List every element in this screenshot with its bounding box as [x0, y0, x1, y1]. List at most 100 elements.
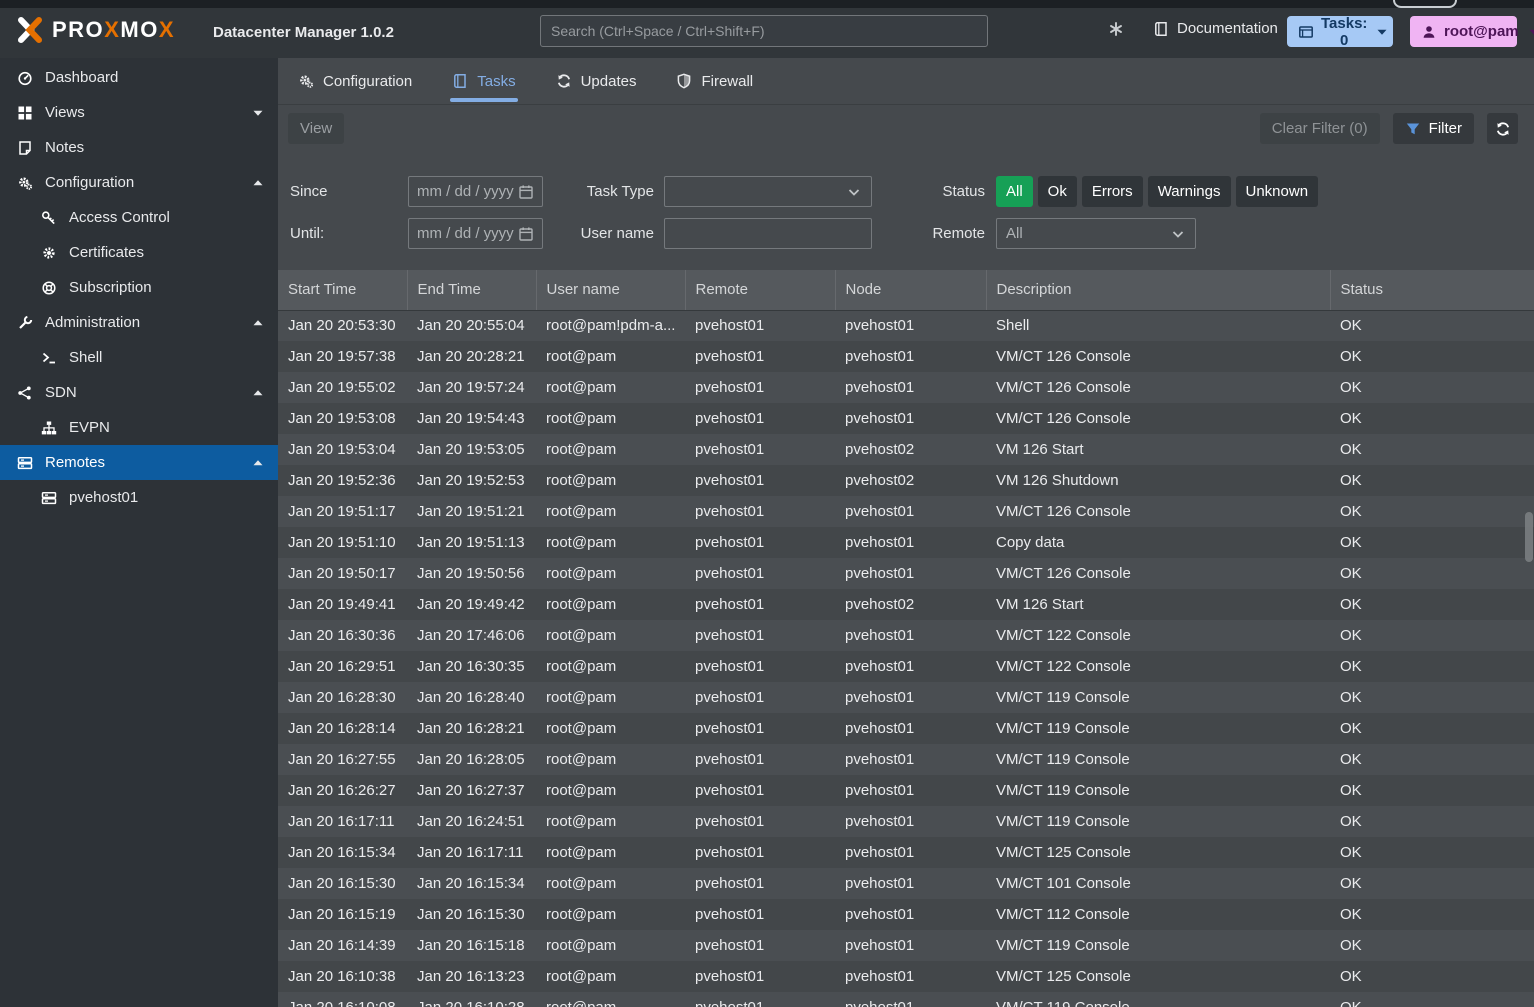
table-cell: root@pam	[536, 465, 685, 496]
table-cell: VM/CT 119 Console	[986, 744, 1330, 775]
table-row[interactable]: Jan 20 19:51:10Jan 20 19:51:13root@pampv…	[278, 527, 1534, 558]
sidebar-item-configuration[interactable]: Configuration	[0, 165, 278, 200]
table-row[interactable]: Jan 20 19:53:04Jan 20 19:53:05root@pampv…	[278, 434, 1534, 465]
sidebar-item-notes[interactable]: Notes	[0, 130, 278, 165]
note-icon	[16, 140, 34, 156]
asterisk-icon[interactable]	[1108, 21, 1124, 42]
column-header-end-time[interactable]: End Time	[407, 270, 536, 310]
status-option-ok[interactable]: Ok	[1038, 176, 1077, 207]
table-cell: pvehost01	[835, 899, 986, 930]
sidebar-item-access-control[interactable]: Access Control	[0, 200, 278, 235]
table-cell: root@pam	[536, 992, 685, 1007]
status-label: Status	[890, 176, 985, 207]
tab-tasks[interactable]: Tasks	[452, 58, 515, 104]
table-cell: root@pam	[536, 527, 685, 558]
sidebar-item-evpn[interactable]: EVPN	[0, 410, 278, 445]
sidebar-item-shell[interactable]: Shell	[0, 340, 278, 375]
sidebar-item-subscription[interactable]: Subscription	[0, 270, 278, 305]
column-header-node[interactable]: Node	[835, 270, 986, 310]
documentation-link[interactable]: Documentation	[1153, 20, 1278, 37]
table-row[interactable]: Jan 20 16:10:08Jan 20 16:10:28root@pampv…	[278, 992, 1534, 1007]
table-row[interactable]: Jan 20 16:29:51Jan 20 16:30:35root@pampv…	[278, 651, 1534, 682]
table-cell: Jan 20 16:13:23	[407, 961, 536, 992]
tab-firewall[interactable]: Firewall	[676, 58, 753, 104]
table-cell: VM/CT 126 Console	[986, 341, 1330, 372]
sidebar-item-views[interactable]: Views	[0, 95, 278, 130]
table-row[interactable]: Jan 20 16:15:34Jan 20 16:17:11root@pampv…	[278, 837, 1534, 868]
sidebar-item-administration[interactable]: Administration	[0, 305, 278, 340]
search-input[interactable]	[540, 15, 988, 47]
table-row[interactable]: Jan 20 19:53:08Jan 20 19:54:43root@pampv…	[278, 403, 1534, 434]
vertical-scrollbar-thumb[interactable]	[1525, 512, 1533, 562]
filter-button[interactable]: Filter	[1393, 113, 1474, 144]
column-header-status[interactable]: Status	[1330, 270, 1534, 310]
column-header-remote[interactable]: Remote	[685, 270, 835, 310]
table-row[interactable]: Jan 20 20:53:30Jan 20 20:55:04root@pam!p…	[278, 310, 1534, 341]
sidebar-item-sdn[interactable]: SDN	[0, 375, 278, 410]
tasks-button-label: Tasks: 0	[1321, 15, 1367, 49]
clear-filter-button[interactable]: Clear Filter (0)	[1260, 113, 1380, 144]
table-row[interactable]: Jan 20 19:52:36Jan 20 19:52:53root@pampv…	[278, 465, 1534, 496]
table-row[interactable]: Jan 20 19:51:17Jan 20 19:51:21root@pampv…	[278, 496, 1534, 527]
table-cell: Jan 20 19:52:53	[407, 465, 536, 496]
tasks-button[interactable]: Tasks: 0	[1287, 16, 1393, 47]
table-row[interactable]: Jan 20 16:10:38Jan 20 16:13:23root@pampv…	[278, 961, 1534, 992]
tab-updates[interactable]: Updates	[556, 58, 637, 104]
date-placeholder: mm / dd / yyyy	[417, 183, 514, 200]
status-option-warnings[interactable]: Warnings	[1148, 176, 1231, 207]
table-cell: pvehost01	[835, 341, 986, 372]
sidebar-nav: DashboardViewsNotesConfigurationAccess C…	[0, 58, 278, 1007]
book-icon	[452, 73, 468, 89]
table-row[interactable]: Jan 20 16:28:14Jan 20 16:28:21root@pampv…	[278, 713, 1534, 744]
column-header-description[interactable]: Description	[986, 270, 1330, 310]
table-row[interactable]: Jan 20 16:15:19Jan 20 16:15:30root@pampv…	[278, 899, 1534, 930]
proxmox-logo: PROXMOX	[14, 16, 175, 44]
view-button[interactable]: View	[288, 113, 344, 144]
column-header-start-time[interactable]: Start Time	[278, 270, 407, 310]
table-cell: Jan 20 19:49:41	[278, 589, 407, 620]
sidebar-item-pvehost01[interactable]: pvehost01	[0, 480, 278, 515]
since-date-input[interactable]: mm / dd / yyyy	[408, 176, 543, 207]
user-menu-button[interactable]: root@pam	[1410, 16, 1517, 47]
sidebar-item-dashboard[interactable]: Dashboard	[0, 60, 278, 95]
table-row[interactable]: Jan 20 16:17:11Jan 20 16:24:51root@pampv…	[278, 806, 1534, 837]
table-cell: pvehost01	[835, 310, 986, 341]
table-cell: OK	[1330, 465, 1534, 496]
table-row[interactable]: Jan 20 16:30:36Jan 20 17:46:06root@pampv…	[278, 620, 1534, 651]
status-option-all[interactable]: All	[996, 176, 1033, 207]
table-cell: pvehost01	[685, 496, 835, 527]
status-option-unknown[interactable]: Unknown	[1236, 176, 1319, 207]
table-cell: OK	[1330, 651, 1534, 682]
book-icon	[1153, 21, 1169, 37]
table-cell: Jan 20 16:28:05	[407, 744, 536, 775]
table-row[interactable]: Jan 20 16:28:30Jan 20 16:28:40root@pampv…	[278, 682, 1534, 713]
table-row[interactable]: Jan 20 19:55:02Jan 20 19:57:24root@pampv…	[278, 372, 1534, 403]
table-cell: pvehost01	[835, 682, 986, 713]
user-name-input[interactable]	[664, 218, 872, 249]
remote-select[interactable]: All	[996, 218, 1196, 249]
until-label: Until:	[290, 218, 324, 249]
table-row[interactable]: Jan 20 16:15:30Jan 20 16:15:34root@pampv…	[278, 868, 1534, 899]
table-cell: Jan 20 16:26:27	[278, 775, 407, 806]
refresh-button[interactable]	[1487, 113, 1518, 144]
column-header-user-name[interactable]: User name	[536, 270, 685, 310]
sidebar-item-certificates[interactable]: Certificates	[0, 235, 278, 270]
table-row[interactable]: Jan 20 16:26:27Jan 20 16:27:37root@pampv…	[278, 775, 1534, 806]
table-cell: pvehost01	[835, 372, 986, 403]
table-cell: OK	[1330, 775, 1534, 806]
until-date-input[interactable]: mm / dd / yyyy	[408, 218, 543, 249]
table-row[interactable]: Jan 20 16:27:55Jan 20 16:28:05root@pampv…	[278, 744, 1534, 775]
sidebar-item-remotes[interactable]: Remotes	[0, 445, 278, 480]
table-row[interactable]: Jan 20 19:50:17Jan 20 19:50:56root@pampv…	[278, 558, 1534, 589]
table-row[interactable]: Jan 20 19:49:41Jan 20 19:49:42root@pampv…	[278, 589, 1534, 620]
sidebar-item-label: Shell	[69, 349, 102, 366]
table-cell: VM 126 Start	[986, 434, 1330, 465]
status-option-errors[interactable]: Errors	[1082, 176, 1143, 207]
user-button-label: root@pam	[1444, 23, 1519, 40]
table-row[interactable]: Jan 20 19:57:38Jan 20 20:28:21root@pampv…	[278, 341, 1534, 372]
tab-configuration[interactable]: Configuration	[298, 58, 412, 104]
server-icon	[16, 455, 34, 471]
task-type-select[interactable]	[664, 176, 872, 207]
table-cell: OK	[1330, 713, 1534, 744]
table-row[interactable]: Jan 20 16:14:39Jan 20 16:15:18root@pampv…	[278, 930, 1534, 961]
